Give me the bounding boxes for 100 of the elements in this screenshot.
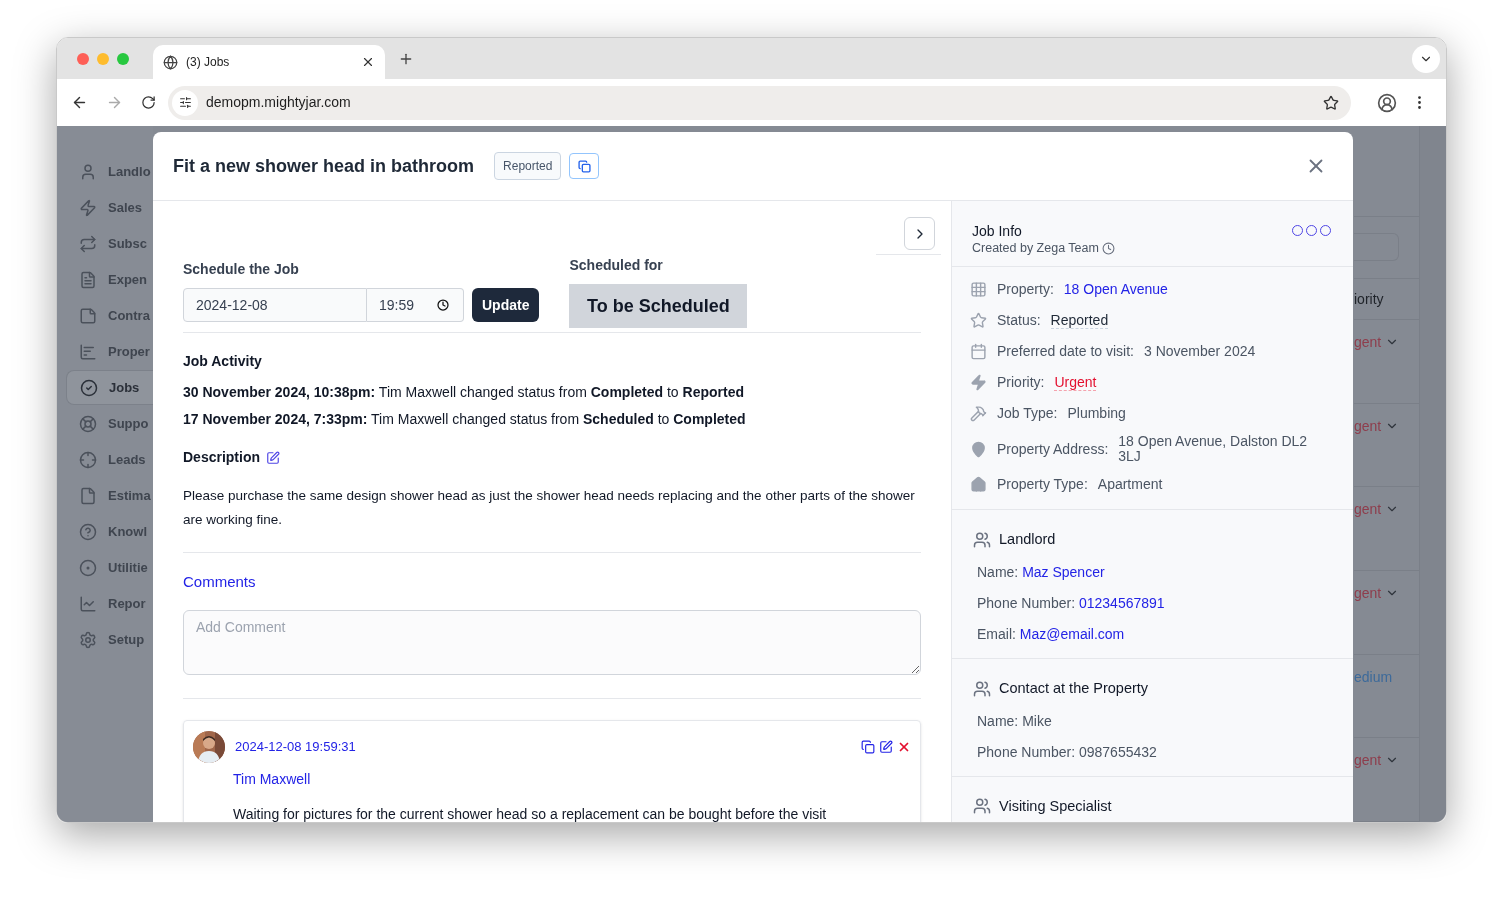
created-by-text: Created by Zega Team	[972, 240, 1099, 257]
contact-value: Mike	[1022, 712, 1052, 729]
contact-value: 0987655432	[1078, 743, 1157, 760]
field-icon	[970, 281, 987, 298]
sidebar-item[interactable]: Landlo	[66, 154, 153, 189]
sidebar-icon	[79, 522, 97, 541]
field-icon	[970, 476, 987, 493]
sidebar-item[interactable]: Expen	[66, 262, 153, 297]
field-value: Plumbing	[1067, 406, 1126, 421]
field-value: 3 November 2024	[1143, 344, 1256, 359]
profile-icon[interactable]	[1377, 92, 1397, 113]
priority-text: edium	[1354, 667, 1393, 687]
sidebar-icon	[79, 594, 97, 613]
field-label: Priority:	[997, 373, 1045, 392]
field-label: Schedule the Job	[183, 260, 300, 279]
field-icon	[970, 405, 987, 422]
back-icon[interactable]	[71, 94, 88, 111]
field-value: 18 Open Avenue	[1063, 282, 1168, 297]
tab-title: (3) Jobs	[186, 54, 231, 71]
duplicate-button[interactable]	[569, 153, 600, 179]
edit-icon[interactable]	[266, 450, 280, 465]
field-icon	[970, 440, 987, 458]
priority-text: gent	[1354, 751, 1382, 771]
contact-label: Phone Number:	[977, 594, 1077, 611]
bookmark-star-icon[interactable]	[1323, 94, 1339, 111]
sidebar-icon	[79, 558, 97, 577]
site-settings-icon[interactable]	[172, 89, 198, 116]
sidebar-icon	[79, 198, 97, 217]
sidebar-item[interactable]: Repor	[66, 586, 153, 621]
clock-icon	[1101, 241, 1115, 255]
section-heading: Job Activity	[183, 352, 263, 371]
sidebar-icon	[79, 630, 97, 649]
sidebar-item[interactable]: Contra	[66, 298, 153, 333]
panel-title: Job Info	[972, 223, 1023, 239]
contact-value: Maz@email.com	[1019, 625, 1125, 642]
sidebar-icon	[79, 162, 97, 181]
field-label: Property:	[997, 280, 1054, 299]
next-button[interactable]	[904, 217, 935, 250]
section-heading: Visiting Specialist	[999, 796, 1112, 816]
section-heading: Landlord	[999, 530, 1056, 549]
sidebar-item[interactable]: Subsc	[66, 226, 153, 261]
contact-label: Email:	[977, 625, 1017, 642]
browser-tab[interactable]: (3) Jobs	[153, 45, 385, 79]
activity-entry: 17 November 2024, 7:33pm: Tim Maxwell changed status from Scheduled to Completed	[183, 410, 747, 429]
sidebar-icon	[79, 234, 97, 253]
time-field[interactable]: 19:59	[367, 288, 464, 322]
priority-text: gent	[1354, 584, 1382, 604]
activity-entry: 30 November 2024, 10:38pm: Tim Maxwell changed status from Completed to Reported	[183, 383, 745, 402]
section-heading: Description	[183, 448, 260, 467]
field-label: Property Address:	[997, 439, 1109, 459]
date-field[interactable]: 2024-12-08	[183, 288, 367, 322]
sidebar-item[interactable]: Setup	[66, 622, 153, 657]
update-button[interactable]: Update	[472, 288, 540, 322]
sidebar-item[interactable]: Estima	[66, 478, 153, 513]
field-icon	[970, 374, 987, 391]
sidebar-item[interactable]: Utilitie	[66, 550, 153, 585]
priority-text: gent	[1354, 333, 1382, 353]
field-label: Scheduled for	[569, 256, 664, 275]
sidebar-item[interactable]: Jobs	[66, 370, 153, 405]
field-label: Status:	[997, 311, 1041, 330]
sidebar-item[interactable]: Sales	[66, 190, 153, 225]
priority-text: gent	[1354, 416, 1382, 436]
sidebar-icon	[79, 270, 97, 289]
scheduled-status: To be Scheduled	[569, 284, 748, 328]
address-bar[interactable]: demopm.mightyjar.com	[168, 85, 1351, 120]
sidebar-item[interactable]: Leads	[66, 442, 153, 477]
dialog-title: Fit a new shower head in bathroom	[173, 154, 475, 178]
input-field[interactable]	[1354, 233, 1399, 262]
comments-heading: Comments	[183, 572, 257, 592]
sidebar-icon	[79, 306, 97, 325]
column-header: iority	[1354, 289, 1384, 309]
people-icon	[973, 797, 991, 816]
sidebar-icon	[79, 486, 97, 505]
globe-icon	[163, 54, 178, 70]
people-icon	[973, 679, 991, 698]
contact-value: Maz Spencer	[1022, 563, 1105, 580]
edit-icon[interactable]	[879, 739, 893, 754]
field-icon	[970, 343, 987, 360]
field-value: Reported	[1050, 312, 1109, 329]
status-badge: Reported	[494, 152, 562, 180]
description-text: Please purchase the same design shower head as just the shower head needs replacing and the other parts of the shower are working fine.	[183, 484, 921, 553]
contact-label: Phone Number:	[977, 743, 1077, 760]
sidebar-item[interactable]: Knowl	[66, 514, 153, 549]
copy-icon[interactable]	[861, 739, 875, 754]
contact-label: Name:	[977, 712, 1020, 729]
sidebar-item[interactable]: Proper	[66, 334, 153, 369]
reload-icon[interactable]	[141, 95, 156, 110]
field-value: 18 Open Avenue, Dalston DL2 3LJ	[1118, 434, 1309, 464]
people-icon	[973, 530, 991, 549]
sidebar-icon	[80, 378, 98, 397]
section-heading: Contact at the Property	[999, 678, 1149, 698]
url-text: demopm.mightyjar.com	[206, 93, 352, 112]
field-label: Preferred date to visit:	[997, 342, 1134, 361]
close-tab-icon[interactable]	[361, 55, 375, 69]
field-value: Apartment	[1097, 477, 1163, 492]
field-label: Property Type:	[997, 475, 1088, 494]
sidebar-item[interactable]: Suppo	[66, 406, 153, 441]
priority-text: gent	[1354, 500, 1382, 520]
contact-value: 01234567891	[1078, 594, 1165, 611]
comment-field[interactable]: Add Comment	[183, 609, 921, 675]
